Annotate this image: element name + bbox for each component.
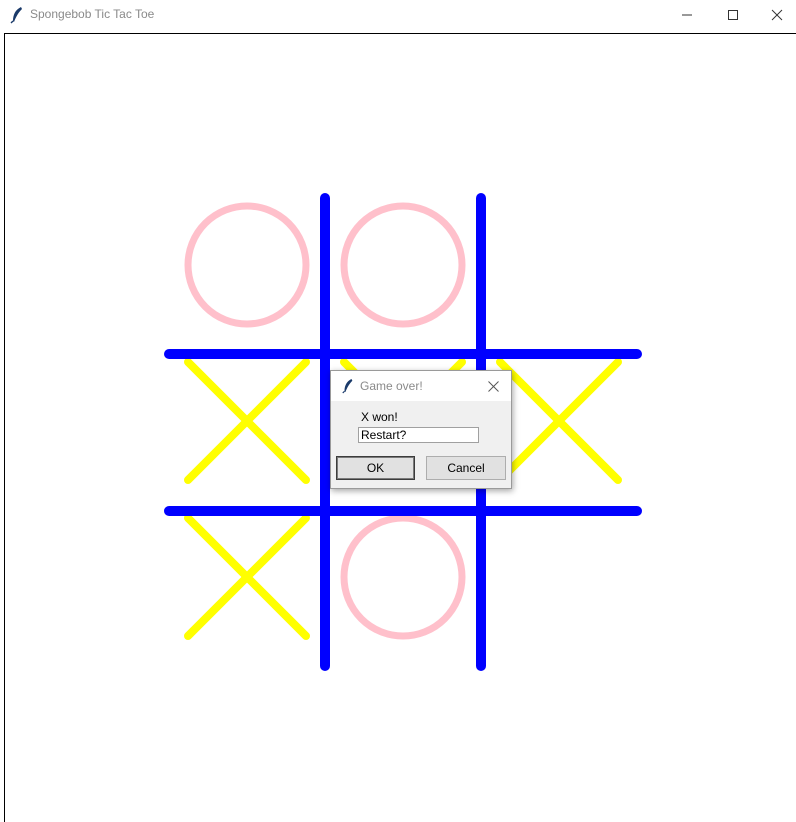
dialog-title: Game over! — [360, 379, 423, 393]
o-mark — [184, 202, 310, 328]
dialog-message: X won! — [361, 410, 398, 424]
cancel-button[interactable]: Cancel — [426, 456, 506, 480]
x-mark — [184, 514, 310, 640]
feather-icon — [342, 379, 353, 394]
x-mark — [184, 358, 310, 484]
dialog-title-bar[interactable]: Game over! — [331, 371, 511, 401]
game-window: Spongebob Tic Tac Toe Game over! X won! … — [0, 0, 796, 822]
x-mark — [496, 358, 622, 484]
restart-input[interactable] — [358, 427, 479, 443]
close-icon — [487, 380, 499, 392]
ok-button[interactable]: OK — [336, 456, 415, 480]
o-mark — [340, 514, 466, 640]
o-mark — [340, 202, 466, 328]
game-over-dialog: Game over! X won! OK Cancel — [330, 370, 512, 489]
dialog-close-button[interactable] — [483, 376, 503, 396]
